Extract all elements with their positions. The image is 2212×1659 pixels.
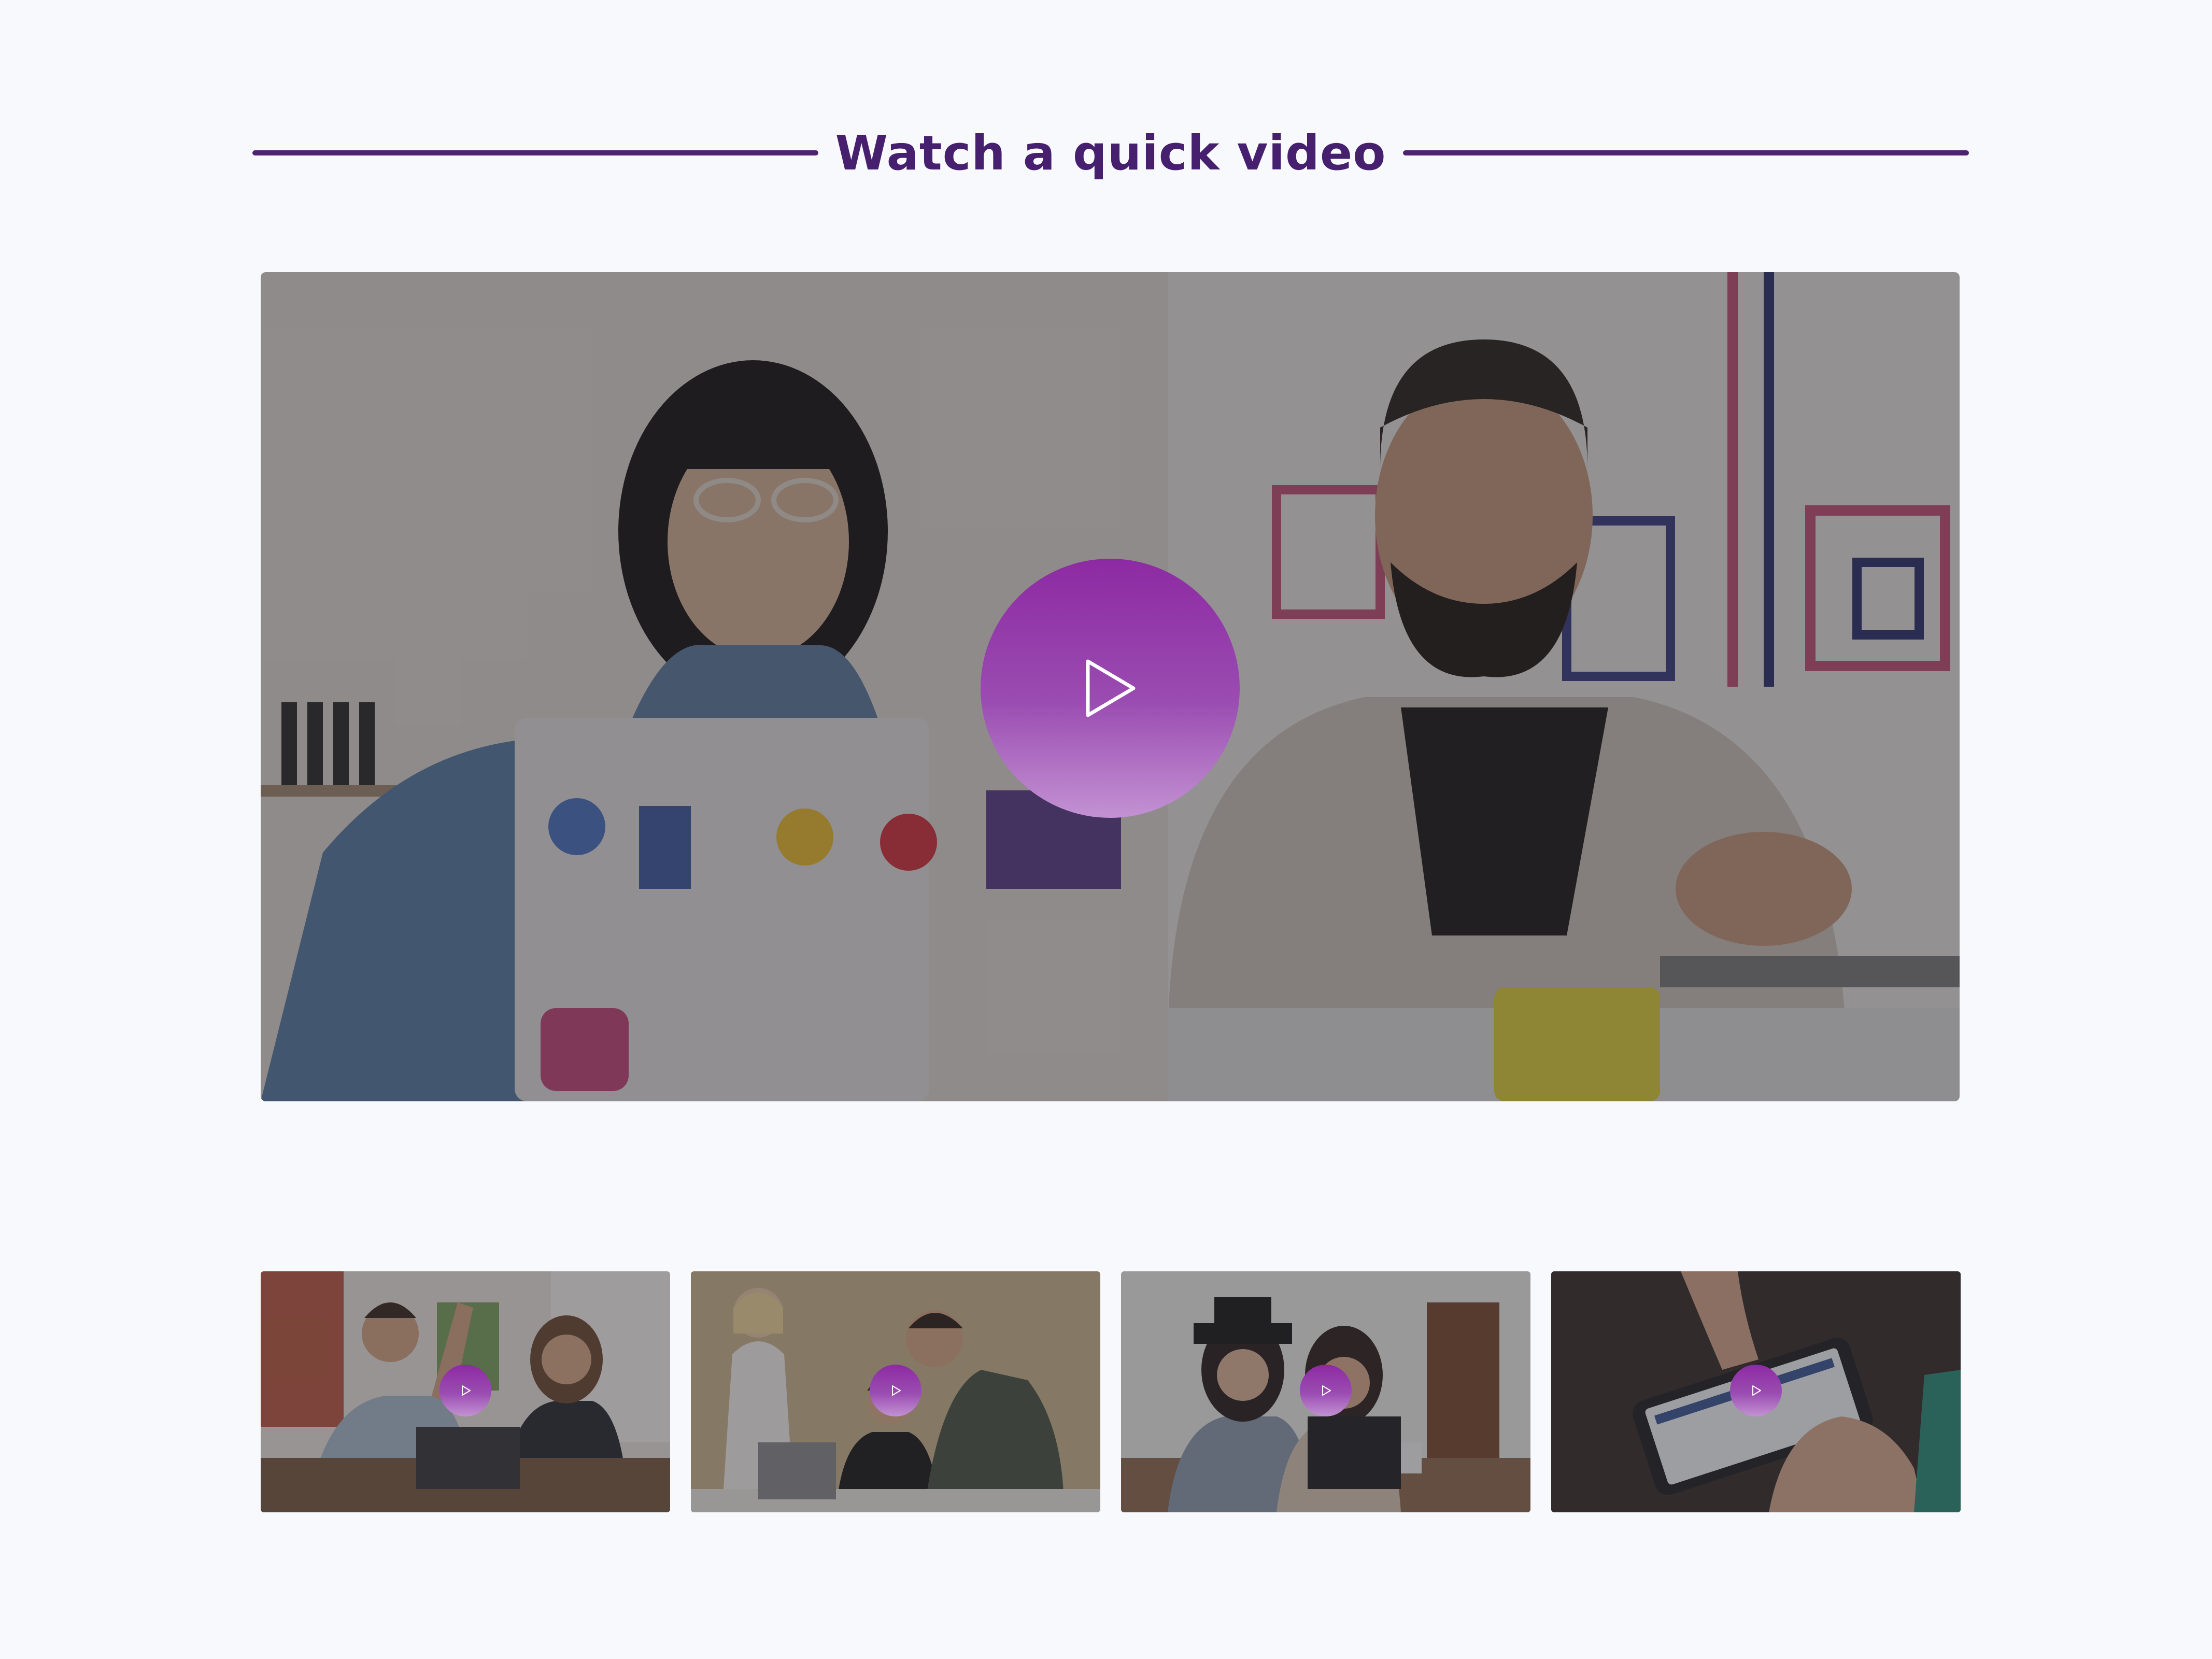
thumbnail-play-button[interactable]: [870, 1365, 921, 1416]
main-video-player[interactable]: [261, 272, 1960, 1101]
heading-divider-right: [1402, 150, 1969, 155]
play-icon: [892, 1385, 901, 1396]
thumbnail-play-button[interactable]: [1730, 1365, 1782, 1416]
play-icon: [1322, 1385, 1331, 1396]
video-thumbnail-2[interactable]: [691, 1271, 1100, 1512]
section-heading: Watch a quick video: [252, 114, 1969, 192]
play-icon: [1752, 1385, 1761, 1396]
play-icon: [462, 1385, 471, 1396]
video-thumbnail-3[interactable]: [1121, 1271, 1530, 1512]
heading-divider-left: [252, 150, 819, 155]
video-thumbnail-4[interactable]: [1551, 1271, 1961, 1512]
play-icon: [1086, 659, 1136, 717]
main-play-button[interactable]: [981, 559, 1240, 818]
section-title: Watch a quick video: [835, 125, 1386, 181]
thumbnail-play-button[interactable]: [439, 1365, 491, 1416]
thumbnail-play-button[interactable]: [1300, 1365, 1352, 1416]
video-thumbnail-1[interactable]: [261, 1271, 670, 1512]
